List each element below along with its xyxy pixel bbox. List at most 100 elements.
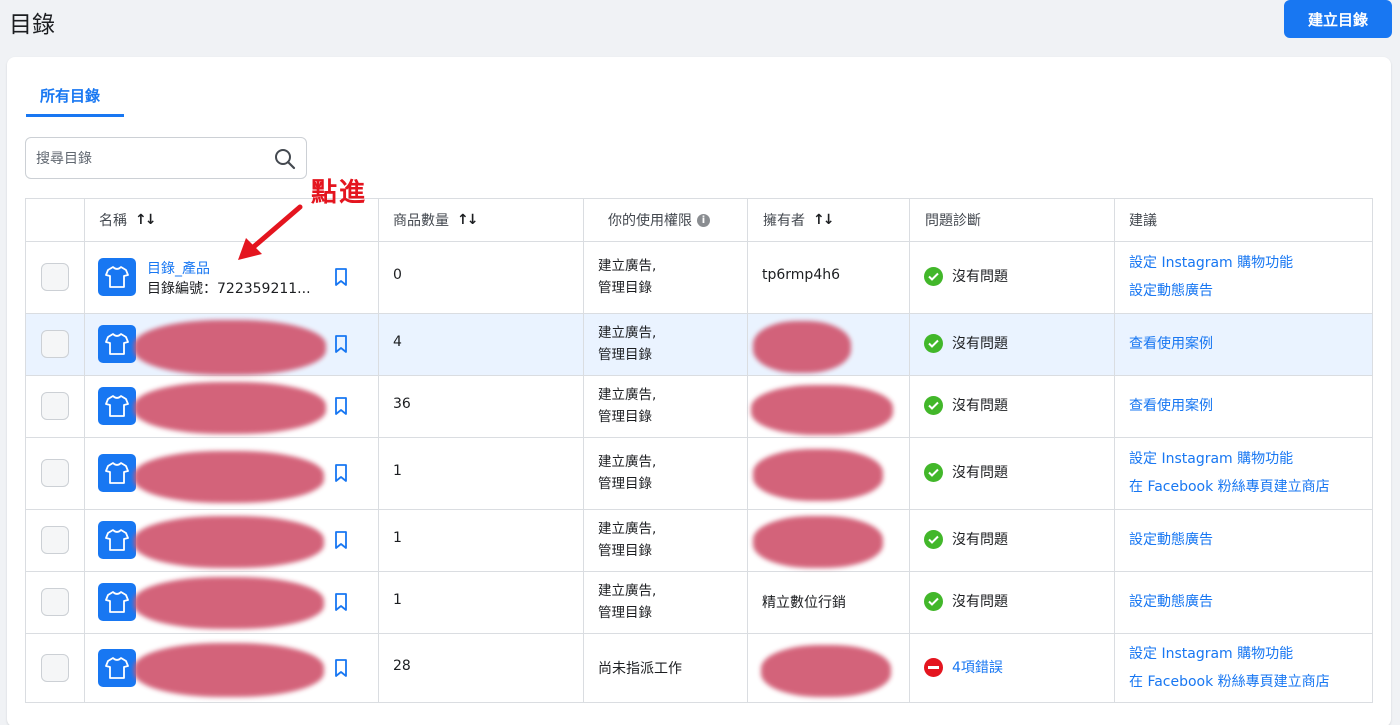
bookmark-icon[interactable]: [333, 396, 349, 416]
sort-icon[interactable]: ↑↓: [135, 212, 157, 228]
catalog-thumbnail: [98, 649, 136, 687]
row-checkbox[interactable]: [41, 263, 69, 291]
tshirt-icon: [105, 462, 129, 484]
check-icon: [924, 591, 943, 611]
product-count: 36: [393, 396, 411, 412]
permission-line: 建立廣告,: [598, 258, 657, 274]
redaction-mark: [134, 320, 326, 375]
bookmark-icon[interactable]: [333, 463, 349, 483]
suggestion-links: 查看使用案例: [1129, 330, 1213, 358]
permission-text: 建立廣告, 管理目錄: [598, 255, 656, 299]
redaction-mark: [753, 449, 883, 501]
permission-line: 建立廣告,: [598, 583, 657, 599]
tshirt-icon: [105, 333, 129, 355]
redaction-mark: [134, 643, 324, 697]
column-header-permission-label: 你的使用權限: [608, 213, 692, 229]
bookmark-icon[interactable]: [333, 334, 349, 354]
tab-all-catalogs[interactable]: 所有目錄: [40, 85, 100, 106]
diagnosis-status: 沒有問題: [924, 462, 1008, 482]
column-header-name[interactable]: 名稱 ↑↓: [99, 199, 157, 241]
suggestion-link[interactable]: 在 Facebook 粉絲專頁建立商店: [1129, 668, 1330, 696]
suggestion-link[interactable]: 設定動態廣告: [1129, 526, 1213, 554]
search-box[interactable]: [25, 137, 307, 179]
suggestion-links: 設定動態廣告: [1129, 526, 1213, 554]
suggestion-link[interactable]: 設定 Instagram 購物功能: [1129, 640, 1330, 668]
permission-text: 建立廣告, 管理目錄: [598, 384, 656, 428]
bookmark-icon[interactable]: [333, 658, 349, 678]
redaction-mark: [134, 451, 324, 503]
column-header-owner[interactable]: 擁有者 ↑↓: [763, 199, 835, 241]
column-header-suggestion: 建議: [1129, 199, 1157, 241]
permission-text: 建立廣告, 管理目錄: [598, 451, 656, 495]
tshirt-icon: [105, 591, 129, 613]
permission-line: 管理目錄: [598, 347, 652, 363]
owner: tp6rmp4h6: [762, 267, 841, 283]
permission-text: 尚未指派工作: [598, 661, 682, 677]
column-header-count-label: 商品數量: [393, 213, 449, 229]
suggestion-link[interactable]: 設定動態廣告: [1129, 277, 1293, 305]
diagnosis-status: 沒有問題: [924, 266, 1008, 286]
diagnosis-status: 沒有問題: [924, 395, 1008, 415]
permission-text: 建立廣告, 管理目錄: [598, 580, 656, 624]
product-count: 0: [393, 267, 402, 283]
column-header-diagnosis-label: 問題診斷: [925, 213, 981, 229]
check-icon: [924, 529, 943, 549]
suggestion-link[interactable]: 在 Facebook 粉絲專頁建立商店: [1129, 473, 1330, 501]
row-checkbox[interactable]: [41, 459, 69, 487]
diagnosis-text: 沒有問題: [952, 269, 1008, 285]
permission-line: 建立廣告,: [598, 387, 657, 403]
column-header-name-label: 名稱: [99, 213, 127, 229]
error-icon: [924, 657, 943, 677]
suggestion-link[interactable]: 查看使用案例: [1129, 392, 1213, 420]
row-checkbox[interactable]: [41, 654, 69, 682]
catalog-thumbnail: [98, 258, 136, 296]
catalog-thumbnail: [98, 387, 136, 425]
column-header-diagnosis: 問題診斷: [925, 199, 981, 241]
permission-line: 管理目錄: [598, 409, 652, 425]
suggestion-links: 設定動態廣告: [1129, 588, 1213, 616]
permission-line: 建立廣告,: [598, 454, 657, 470]
diagnosis-text[interactable]: 4項錯誤: [952, 657, 1003, 677]
redaction-mark: [753, 516, 883, 568]
search-input[interactable]: [36, 148, 266, 170]
permission-line: 管理目錄: [598, 476, 652, 492]
diagnosis-text: 沒有問題: [952, 532, 1008, 548]
column-header-permission: 你的使用權限 i: [608, 199, 710, 241]
suggestion-links: 設定 Instagram 購物功能 在 Facebook 粉絲專頁建立商店: [1129, 445, 1330, 501]
suggestion-link[interactable]: 查看使用案例: [1129, 330, 1213, 358]
sort-icon[interactable]: ↑↓: [813, 212, 835, 228]
catalog-thumbnail: [98, 325, 136, 363]
product-count: 1: [393, 530, 402, 546]
bookmark-icon[interactable]: [333, 592, 349, 612]
catalog-thumbnail: [98, 521, 136, 559]
row-checkbox[interactable]: [41, 330, 69, 358]
redaction-mark: [134, 516, 324, 568]
info-icon[interactable]: i: [697, 213, 710, 227]
check-icon: [924, 462, 943, 482]
search-icon[interactable]: [273, 147, 297, 171]
column-header-count[interactable]: 商品數量 ↑↓: [393, 199, 479, 241]
catalog-id: 目錄編號：722359211...: [147, 281, 311, 297]
row-checkbox[interactable]: [41, 526, 69, 554]
bookmark-icon[interactable]: [333, 530, 349, 550]
suggestion-link[interactable]: 設定 Instagram 購物功能: [1129, 249, 1293, 277]
annotation-arrow-icon: [238, 204, 303, 260]
suggestion-links: 設定 Instagram 購物功能 在 Facebook 粉絲專頁建立商店: [1129, 640, 1330, 696]
suggestion-link[interactable]: 設定動態廣告: [1129, 588, 1213, 616]
sort-icon[interactable]: ↑↓: [457, 212, 479, 228]
row-checkbox[interactable]: [41, 588, 69, 616]
active-tab-indicator: [26, 114, 124, 117]
diagnosis-status: 沒有問題: [924, 591, 1008, 611]
product-count: 4: [393, 334, 402, 350]
create-catalog-button[interactable]: 建立目錄: [1284, 0, 1392, 38]
diagnosis-text: 沒有問題: [952, 465, 1008, 481]
diagnosis-status[interactable]: 4項錯誤: [924, 657, 1003, 677]
bookmark-icon[interactable]: [333, 267, 349, 287]
catalog-name-link[interactable]: 目錄_產品: [147, 258, 210, 278]
check-icon: [924, 333, 943, 353]
row-checkbox[interactable]: [41, 392, 69, 420]
diagnosis-text: 沒有問題: [952, 398, 1008, 414]
suggestion-link[interactable]: 設定 Instagram 購物功能: [1129, 445, 1330, 473]
product-count: 28: [393, 658, 411, 674]
permission-line: 管理目錄: [598, 605, 652, 621]
